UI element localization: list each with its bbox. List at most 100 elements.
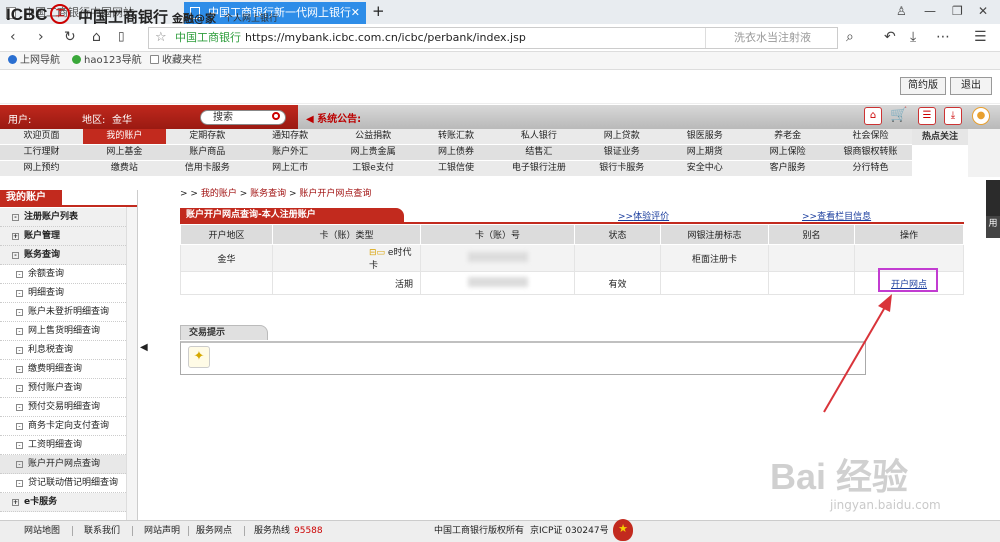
download-icon[interactable]: ⤓	[944, 107, 962, 125]
menu-item-epay[interactable]: 工银e支付	[332, 161, 415, 176]
menu-item-metals[interactable]: 网上贵金属	[332, 145, 415, 160]
reader-icon[interactable]: ▯	[118, 29, 125, 43]
expand-icon[interactable]: +	[12, 499, 19, 506]
sidebar-item-business-card[interactable]: - 商务卡定向支付查询	[0, 417, 126, 436]
restore-icon[interactable]: ❐	[952, 4, 963, 18]
cart-icon[interactable]: 🛒	[890, 107, 908, 125]
footer-statement[interactable]: 网站声明	[144, 521, 180, 541]
close-tab-icon[interactable]: ✕	[351, 2, 360, 24]
sidebar-item-prepaid-account[interactable]: - 预付账户查询	[0, 379, 126, 398]
footer-contact[interactable]: 联系我们	[84, 521, 120, 541]
sidebar-item-payment-detail[interactable]: - 缴费明细查询	[0, 360, 126, 379]
menu-item-fx-market[interactable]: 网上汇市	[249, 161, 332, 176]
new-tab-button[interactable]: +	[372, 2, 385, 20]
menu-item-private-bank[interactable]: 私人银行	[497, 129, 580, 144]
simple-version-button[interactable]: 简约版	[900, 77, 946, 95]
side-widget[interactable]: 用	[986, 180, 1000, 238]
menu-item-notice-deposit[interactable]: 通知存款	[249, 129, 332, 144]
reload-icon[interactable]: ↻	[64, 29, 76, 45]
sidebar-item-account-manage[interactable]: + 账户管理	[0, 227, 126, 246]
police-emblem-icon[interactable]: ★	[613, 519, 633, 541]
menu-item-account-goods[interactable]: 账户商品	[166, 145, 249, 160]
menu-item-customer-service[interactable]: 客户服务	[746, 161, 829, 176]
contacts-icon[interactable]: ☰	[918, 107, 936, 125]
sidebar-item-ecard[interactable]: + e卡服务	[0, 493, 126, 512]
menu-item-welcome[interactable]: 欢迎页面	[0, 129, 83, 144]
sidebar-scrollbar[interactable]	[126, 207, 137, 520]
menu-item-medical[interactable]: 银医服务	[663, 129, 746, 144]
menu-item-credit-card[interactable]: 信用卡服务	[166, 161, 249, 176]
menu-item-card-service[interactable]: 银行卡服务	[580, 161, 663, 176]
service-icon[interactable]: ●	[972, 107, 990, 125]
system-notice[interactable]: ◀ 系统公告:	[306, 110, 361, 125]
sidebar-item-salary[interactable]: - 工资明细查询	[0, 436, 126, 455]
menu-item-pension[interactable]: 养老金	[746, 129, 829, 144]
more-icon[interactable]: ⋯	[936, 29, 950, 45]
menu-item-donation[interactable]: 公益捐款	[332, 129, 415, 144]
footer-branches[interactable]: 服务网点	[196, 521, 232, 541]
menu-item-online-loan[interactable]: 网上贷款	[580, 129, 663, 144]
collapse-sidebar-icon[interactable]: ◀	[140, 342, 148, 353]
footer-icp[interactable]: 京ICP证 030247号	[530, 521, 609, 541]
expand-icon[interactable]: +	[12, 233, 19, 240]
bookmark-hao123[interactable]: hao123导航	[72, 52, 142, 70]
forward-icon[interactable]: ›	[38, 29, 44, 45]
home-icon[interactable]: ⌂	[864, 107, 882, 125]
sidebar-item-balance[interactable]: - 余额查询	[0, 265, 126, 284]
menu-item-security[interactable]: 安全中心	[663, 161, 746, 176]
search-field[interactable]: 洗衣水当注射液	[705, 28, 837, 48]
menu-item-insurance[interactable]: 网上保险	[746, 145, 829, 160]
menu-item-my-account[interactable]: 我的账户	[82, 129, 166, 144]
sidebar-item-detail[interactable]: - 明细查询	[0, 284, 126, 303]
undo-icon[interactable]: ↶	[884, 29, 896, 45]
menu-item-fixed-deposit[interactable]: 定期存款	[166, 129, 249, 144]
breadcrumb-item[interactable]: 我的账户	[201, 189, 237, 199]
sidebar-item-registered-list[interactable]: - 注册账户列表	[0, 208, 126, 227]
menu-item-branch-feature[interactable]: 分行特色	[829, 161, 912, 176]
search-icon[interactable]: ⌕	[846, 29, 854, 45]
breadcrumb-item[interactable]: 账务查询	[250, 189, 286, 199]
close-window-icon[interactable]: ✕	[978, 4, 988, 18]
favorite-star-icon[interactable]: ☆	[155, 28, 167, 48]
menu-item-social-insurance[interactable]: 社会保险	[829, 129, 912, 144]
collapse-icon[interactable]: -	[12, 214, 19, 221]
menu-item-futures[interactable]: 网上期货	[663, 145, 746, 160]
bookmark-folder[interactable]: 收藏夹栏	[150, 52, 202, 70]
menu-item-securities[interactable]: 银证业务	[580, 145, 663, 160]
feedback-link[interactable]: >>体验评价	[618, 209, 669, 222]
sidebar-item-prepaid-detail[interactable]: - 预付交易明细查询	[0, 398, 126, 417]
menu-item-appointment[interactable]: 网上预约	[0, 161, 83, 176]
sidebar-item-account-query[interactable]: - 账务查询	[0, 246, 126, 265]
bookmark-nav[interactable]: 上网导航	[8, 52, 60, 70]
search-icon[interactable]	[272, 112, 280, 120]
download-icon[interactable]: ⤓	[910, 29, 916, 45]
sidebar-item-unposted[interactable]: - 账户未登折明细查询	[0, 303, 126, 322]
sidebar-item-interest-tax[interactable]: - 利息税查询	[0, 341, 126, 360]
collapse-icon[interactable]: -	[12, 252, 19, 259]
home-icon[interactable]: ⌂	[92, 29, 101, 45]
url-text[interactable]: https://mybank.icbc.com.cn/icbc/perbank/…	[245, 28, 526, 48]
column-info-link[interactable]: >>查看栏目信息	[802, 209, 871, 222]
menu-item-fund[interactable]: 网上基金	[83, 145, 166, 160]
menu-icon[interactable]: ☰	[974, 29, 987, 45]
menu-item-bank-commerce[interactable]: 银商银权转账	[829, 145, 912, 160]
address-bar[interactable]: ☆ 中国工商银行 https://mybank.icbc.com.cn/icbc…	[148, 27, 838, 49]
menu-item-bonds[interactable]: 网上债券	[415, 145, 498, 160]
menu-item-fx-settle[interactable]: 结售汇	[497, 145, 580, 160]
user-icon[interactable]: ♙	[896, 4, 907, 18]
menu-item-transfer[interactable]: 转账汇款	[415, 129, 498, 144]
footer-sitemap[interactable]: 网站地图	[24, 521, 60, 541]
cell-type[interactable]: ⊟▭ e时代卡	[272, 244, 421, 272]
menu-item-payment[interactable]: 缴费站	[83, 161, 166, 176]
menu-item-ebank-register[interactable]: 电子银行注册	[497, 161, 580, 176]
site-search-input[interactable]: 搜索	[200, 110, 286, 125]
sidebar-item-online-sale[interactable]: - 网上售货明细查询	[0, 322, 126, 341]
menu-item-messenger[interactable]: 工银信使	[415, 161, 498, 176]
minimize-icon[interactable]: —	[924, 4, 936, 18]
exit-button[interactable]: 退出	[950, 77, 992, 95]
sidebar-item-branch-query[interactable]: - 账户开户网点查询	[0, 455, 126, 474]
hot-topics-header[interactable]: 热点关注	[912, 129, 968, 145]
back-icon[interactable]: ‹	[10, 29, 16, 45]
menu-item-wealth[interactable]: 工行理财	[0, 145, 83, 160]
sidebar-item-credit-debit-link[interactable]: - 贷记联动借记明细查询	[0, 474, 126, 493]
